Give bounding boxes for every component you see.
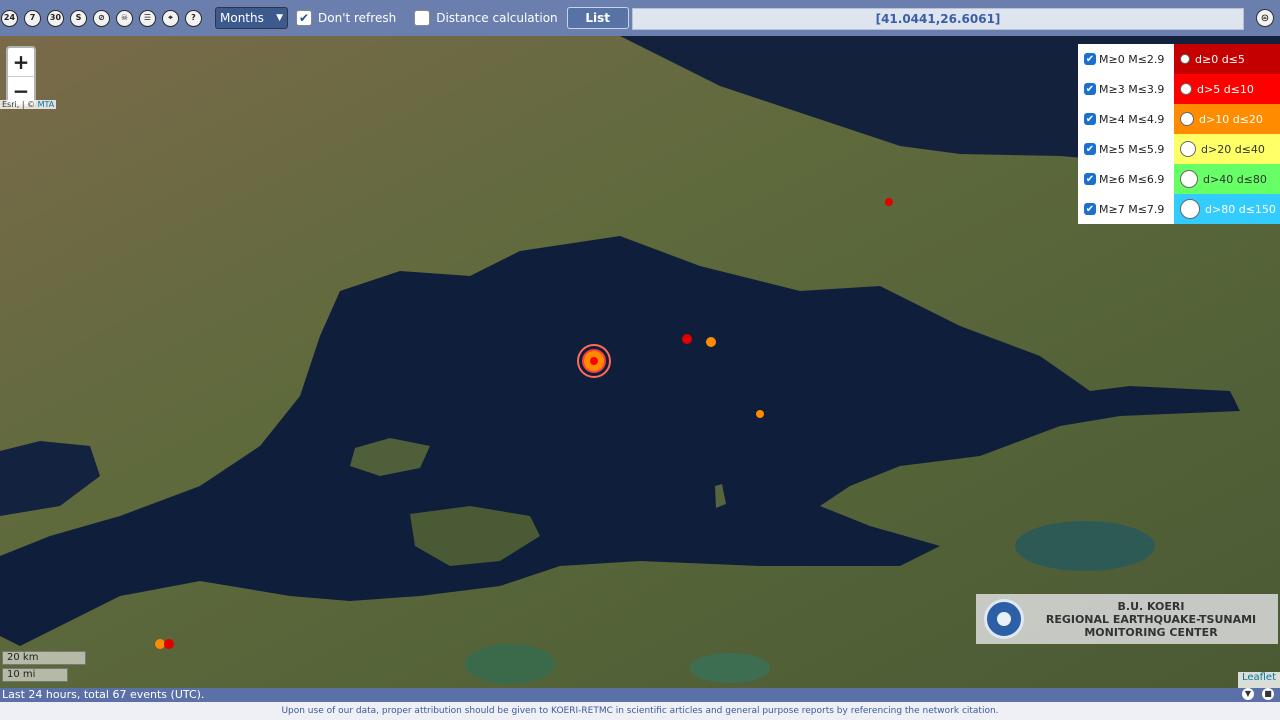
search-icon[interactable]: S — [70, 9, 87, 27]
depth-label: d>5 d≤10 — [1197, 82, 1254, 96]
magnitude-filter-row[interactable]: ✔ M≥5 M≤5.9 — [1078, 134, 1174, 164]
magnitude-label: M≥3 M≤3.9 — [1099, 82, 1165, 96]
magnitude-filter-row[interactable]: ✔ M≥7 M≤7.9 — [1078, 194, 1174, 224]
event-marker[interactable] — [885, 198, 893, 206]
scale-bar-km: 20 km — [2, 651, 86, 665]
magnitude-filter-row[interactable]: ✔ M≥3 M≤3.9 — [1078, 74, 1174, 104]
magnitude-size-icon — [1180, 83, 1192, 95]
depth-legend-row: d≥0 d≤5 — [1174, 44, 1280, 74]
depth-legend-row: d>80 d≤150 — [1174, 194, 1280, 224]
magnitude-label: M≥6 M≤6.9 — [1099, 172, 1165, 186]
period-select-value: Months — [220, 11, 264, 25]
logo-line-2: REGIONAL EARTHQUAKE-TSUNAMI — [1045, 612, 1257, 626]
magnitude-label: M≥0 M≤2.9 — [1099, 52, 1165, 66]
list-view-icon[interactable]: ☰ — [139, 9, 156, 27]
depth-legend-row: d>5 d≤10 — [1174, 74, 1280, 104]
save-icon[interactable]: ■ — [1262, 688, 1274, 700]
magnitude-filter-row[interactable]: ✔ M≥0 M≤2.9 — [1078, 44, 1174, 74]
depth-legend: d≥0 d≤5 d>5 d≤10 d>10 d≤20 d>20 d≤40 d>40 d≤… — [1174, 44, 1280, 224]
depth-label: d>80 d≤150 — [1205, 202, 1276, 216]
depth-legend-row: d>10 d≤20 — [1174, 104, 1280, 134]
manyas-lake — [465, 644, 555, 684]
depth-label: d≥0 d≤5 — [1195, 52, 1245, 66]
dont-refresh-option[interactable]: ✔ Don't refresh — [296, 10, 396, 26]
locate-icon[interactable]: ⌖ — [162, 9, 179, 27]
depth-legend-row: d>20 d≤40 — [1174, 134, 1280, 164]
distance-calculation-checkbox[interactable] — [414, 10, 431, 26]
logo-line-3: MONITORING CENTER — [1084, 625, 1218, 639]
koeri-logo-text: B.U. KOERI REGIONAL EARTHQUAKE-TSUNAMI M… — [1024, 600, 1278, 639]
depth-label: d>20 d≤40 — [1201, 142, 1265, 156]
magnitude-filter-row[interactable]: ✔ M≥6 M≤6.9 — [1078, 164, 1174, 194]
magnitude-checkbox[interactable]: ✔ — [1084, 53, 1096, 65]
map-attribution: Esri, | © MTA — [0, 100, 57, 109]
leaflet-attribution[interactable]: Leaflet — [1237, 672, 1280, 688]
magnitude-checkbox[interactable]: ✔ — [1084, 143, 1096, 155]
scale-bar-mi: 10 mi — [2, 668, 68, 682]
distance-calculation-option[interactable]: Distance calculation — [414, 10, 558, 26]
help-icon[interactable]: ? — [185, 9, 202, 27]
event-marker[interactable] — [155, 639, 165, 649]
menu-icon[interactable]: ⊜ — [1256, 9, 1274, 27]
coordinates-display: [41.0441,26.6061] — [632, 8, 1244, 30]
magnitude-label: M≥5 M≤5.9 — [1099, 142, 1165, 156]
distance-calculation-label: Distance calculation — [436, 11, 558, 25]
dont-refresh-checkbox[interactable]: ✔ — [296, 10, 312, 26]
toolbar: 24 7 30 S ⊘ ☠ ☰ ⌖? Months ▼ ✔ Don't refresh Dis… — [0, 0, 1280, 36]
citation-footer: Upon use of our data, proper attribution… — [0, 702, 1280, 720]
map[interactable]: + − Esri, | © MTA ✔ M≥0 M≤2.9 ✔ M≥3 M≤3.9 ✔ M… — [0, 36, 1280, 688]
status-bar: Last 24 hours, total 67 events (UTC). ▼ … — [0, 688, 1280, 702]
chevron-down-icon: ▼ — [276, 13, 283, 23]
list-button[interactable]: List — [566, 7, 629, 29]
magnitude-size-icon — [1180, 112, 1194, 126]
last-24h-icon[interactable]: 24 — [1, 9, 18, 27]
magnitude-checkbox[interactable]: ✔ — [1084, 83, 1096, 95]
legend-panel: ✔ M≥0 M≤2.9 ✔ M≥3 M≤3.9 ✔ M≥4 M≤4.9 ✔ M≥5 M≤5.9… — [1078, 44, 1280, 224]
toolbar-icons: 24 7 30 S ⊘ ☠ ☰ ⌖? — [0, 9, 202, 27]
magnitude-size-icon — [1180, 54, 1190, 64]
depth-legend-row: d>40 d≤80 — [1174, 164, 1280, 194]
magnitude-label: M≥4 M≤4.9 — [1099, 112, 1165, 126]
recent-event-center[interactable] — [590, 357, 598, 365]
uluabat-lake — [690, 653, 770, 683]
period-select[interactable]: Months ▼ — [215, 7, 288, 29]
depth-label: d>40 d≤80 — [1203, 172, 1267, 186]
attribution-link[interactable]: MTA — [38, 100, 55, 109]
magnitude-checkbox[interactable]: ✔ — [1084, 113, 1096, 125]
attribution-text: Esri, | © — [2, 100, 38, 109]
magnitude-size-icon — [1180, 199, 1200, 219]
logo-line-1: B.U. KOERI — [1117, 599, 1185, 613]
koeri-logo-panel: B.U. KOERI REGIONAL EARTHQUAKE-TSUNAMI M… — [976, 594, 1278, 644]
last-30days-icon[interactable]: 30 — [47, 9, 64, 27]
magnitude-label: M≥7 M≤7.9 — [1099, 202, 1165, 216]
dont-refresh-label: Don't refresh — [318, 11, 397, 25]
no-filter-icon[interactable]: ⊘ — [93, 9, 110, 27]
magnitude-checkbox[interactable]: ✔ — [1084, 203, 1096, 215]
depth-label: d>10 d≤20 — [1199, 112, 1263, 126]
event-marker[interactable] — [756, 410, 764, 418]
event-marker[interactable] — [164, 639, 174, 649]
last-7days-icon[interactable]: 7 — [24, 9, 41, 27]
zoom-in-button[interactable]: + — [8, 48, 34, 76]
fault-lines-icon[interactable]: ☠ — [116, 9, 133, 27]
koeri-seal-icon — [984, 599, 1024, 639]
magnitude-filter: ✔ M≥0 M≤2.9 ✔ M≥3 M≤3.9 ✔ M≥4 M≤4.9 ✔ M≥5 M≤5.9… — [1078, 44, 1174, 224]
magnitude-filter-row[interactable]: ✔ M≥4 M≤4.9 — [1078, 104, 1174, 134]
event-summary: Last 24 hours, total 67 events (UTC). — [2, 688, 205, 701]
status-icons: ▼ ■ — [1242, 688, 1274, 700]
magnitude-checkbox[interactable]: ✔ — [1084, 173, 1096, 185]
magnitude-size-icon — [1180, 141, 1196, 157]
iznik-lake — [1015, 521, 1155, 571]
event-marker[interactable] — [682, 334, 692, 344]
event-marker[interactable] — [706, 337, 716, 347]
zoom-control: + − — [6, 46, 36, 106]
magnitude-size-icon — [1180, 170, 1198, 188]
collapse-icon[interactable]: ▼ — [1242, 688, 1254, 700]
